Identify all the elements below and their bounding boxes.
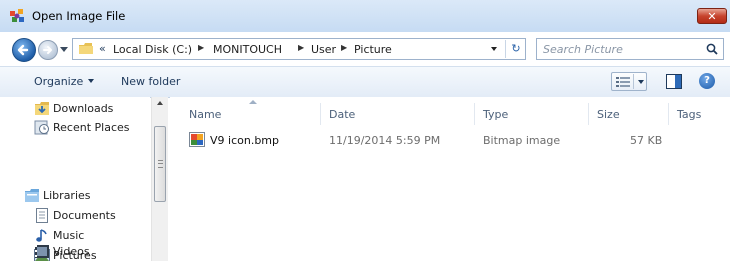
table-row[interactable]: V9 icon.bmp 11/19/2014 5:59 PM Bitmap im… — [170, 131, 730, 149]
scroll-up-icon[interactable] — [157, 101, 163, 105]
breadcrumb-monitouch[interactable]: MONITOUCH — [213, 43, 282, 56]
scrollbar-thumb[interactable] — [154, 126, 166, 202]
app-icon — [10, 9, 24, 22]
organize-menu[interactable]: Organize — [34, 75, 95, 88]
back-arrow-icon — [17, 44, 29, 56]
breadcrumb-separator-icon[interactable]: ▶ — [198, 43, 204, 52]
sidebar-item-recent-places[interactable]: Recent Places — [0, 119, 140, 137]
sidebar-item-label: Videos — [53, 245, 90, 258]
grip-icon — [158, 160, 163, 168]
sidebar-item-downloads[interactable]: Downloads — [0, 100, 140, 118]
forward-arrow-icon — [43, 46, 52, 54]
column-header-size[interactable]: Size — [597, 108, 620, 121]
file-date: 11/19/2014 5:59 PM — [329, 134, 441, 147]
help-icon[interactable]: ? — [699, 73, 715, 89]
breadcrumb-separator-icon[interactable]: ▶ — [298, 43, 304, 52]
downloads-folder-icon — [35, 102, 49, 115]
title-bar: Open Image File ✕ — [0, 0, 730, 32]
file-name[interactable]: V9 icon.bmp — [210, 134, 279, 147]
navigation-scrollbar[interactable] — [151, 97, 168, 261]
videos-icon — [35, 245, 49, 258]
chevron-down-icon[interactable] — [638, 80, 644, 84]
column-divider[interactable] — [588, 103, 589, 125]
search-placeholder: Search Picture — [543, 43, 623, 56]
sidebar-item-label: Libraries — [43, 189, 91, 202]
libraries-icon — [25, 189, 39, 202]
organize-label: Organize — [34, 75, 84, 88]
close-button[interactable]: ✕ — [697, 8, 727, 24]
change-view-button[interactable] — [611, 72, 647, 91]
recent-places-icon — [34, 120, 49, 135]
sidebar-item-label: Downloads — [53, 102, 114, 115]
search-input[interactable]: Search Picture — [536, 38, 724, 60]
search-icon[interactable] — [706, 43, 718, 55]
address-dropdown-icon[interactable] — [491, 47, 497, 51]
column-divider[interactable] — [668, 103, 669, 125]
file-list: Name Date Type Size Tags V9 icon.bmp 11/… — [170, 97, 730, 261]
breadcrumb-local-disk[interactable]: Local Disk (C:) — [113, 43, 192, 56]
column-header-name[interactable]: Name — [189, 108, 221, 121]
view-details-icon — [616, 77, 630, 87]
command-toolbar: Organize New folder ? — [0, 66, 730, 98]
forward-button[interactable] — [38, 40, 58, 60]
documents-icon — [36, 208, 48, 223]
navigation-pane: Downloads Recent Places Libraries Docume… — [0, 97, 150, 261]
open-image-file-dialog: Open Image File ✕ « Local Disk (C:) ▶ MO… — [0, 0, 730, 261]
column-header-tags[interactable]: Tags — [677, 108, 701, 121]
sidebar-item-label: Documents — [53, 209, 116, 222]
sidebar-item-label: Music — [53, 229, 85, 242]
file-size: 57 KB — [630, 134, 663, 147]
breadcrumb-picture[interactable]: Picture — [354, 43, 392, 56]
chevron-down-icon — [88, 79, 95, 83]
sidebar-item-videos[interactable]: Videos — [0, 243, 140, 261]
refresh-button[interactable]: ↻ — [505, 40, 526, 58]
window-title: Open Image File — [32, 9, 126, 23]
column-divider[interactable] — [474, 103, 475, 125]
file-type: Bitmap image — [483, 134, 561, 147]
sidebar-item-libraries[interactable]: Libraries — [0, 187, 140, 205]
close-icon: ✕ — [707, 10, 717, 23]
column-header-type[interactable]: Type — [483, 108, 508, 121]
address-bar[interactable]: « Local Disk (C:) ▶ MONITOUCH ▶ User ▶ P… — [72, 38, 526, 60]
preview-pane-icon[interactable] — [666, 74, 682, 89]
recent-pages-dropdown[interactable] — [60, 47, 68, 52]
refresh-icon: ↻ — [511, 42, 521, 55]
bitmap-file-icon — [189, 132, 205, 147]
music-icon — [36, 229, 47, 242]
sidebar-item-documents[interactable]: Documents — [0, 207, 140, 225]
column-header-date[interactable]: Date — [329, 108, 355, 121]
column-divider[interactable] — [320, 103, 321, 125]
back-button[interactable] — [12, 38, 36, 62]
breadcrumb-overflow[interactable]: « — [99, 42, 106, 55]
new-folder-button[interactable]: New folder — [121, 75, 180, 88]
sort-ascending-icon — [249, 100, 257, 104]
folder-icon — [79, 43, 93, 54]
breadcrumb-separator-icon[interactable]: ▶ — [341, 43, 347, 52]
breadcrumb-user[interactable]: User — [311, 43, 336, 56]
sidebar-item-label: Recent Places — [53, 121, 130, 134]
